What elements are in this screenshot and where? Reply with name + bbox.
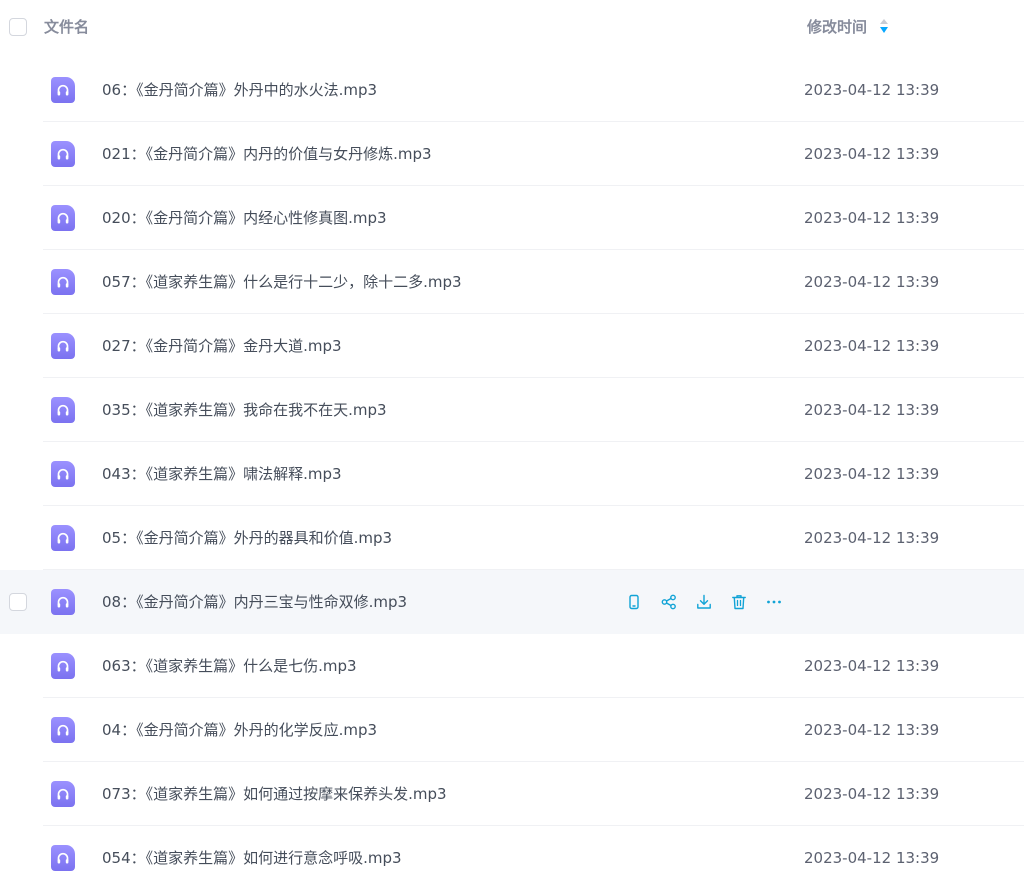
- phone-icon[interactable]: [623, 591, 645, 613]
- row-checkbox[interactable]: [9, 593, 27, 611]
- modified-time: 2023-04-12 13:39: [804, 465, 940, 483]
- file-name[interactable]: 054：《道家养生篇》如何进行意念呼吸.mp3: [102, 848, 402, 868]
- select-all-checkbox[interactable]: [9, 18, 27, 36]
- table-row[interactable]: 035：《道家养生篇》我命在我不在天.mp3 2023-04-12 13:39: [0, 378, 1024, 442]
- headphones-icon: [51, 589, 75, 615]
- modified-time: 2023-04-12 13:39: [804, 529, 940, 547]
- table-row[interactable]: 027：《金丹简介篇》金丹大道.mp3 2023-04-12 13:39: [0, 314, 1024, 378]
- headphones-icon: [51, 141, 75, 167]
- modified-time: 2023-04-12 13:39: [804, 721, 940, 739]
- headphones-icon: [51, 397, 75, 423]
- file-name[interactable]: 020：《金丹简介篇》内经心性修真图.mp3: [102, 208, 387, 228]
- column-header-modified-time[interactable]: 修改时间: [807, 17, 867, 37]
- file-name[interactable]: 073：《道家养生篇》如何通过按摩来保养头发.mp3: [102, 784, 447, 804]
- headphones-icon: [51, 653, 75, 679]
- headphones-icon: [51, 525, 75, 551]
- headphones-icon: [51, 269, 75, 295]
- file-name[interactable]: 043：《道家养生篇》啸法解释.mp3: [102, 464, 342, 484]
- file-name[interactable]: 057：《道家养生篇》什么是行十二少，除十二多.mp3: [102, 272, 462, 292]
- file-name[interactable]: 027：《金丹简介篇》金丹大道.mp3: [102, 336, 342, 356]
- table-header: 文件名 修改时间: [0, 0, 1024, 58]
- headphones-icon: [51, 717, 75, 743]
- modified-time: 2023-04-12 13:39: [804, 401, 940, 419]
- headphones-icon: [51, 77, 75, 103]
- table-row[interactable]: 04：《金丹简介篇》外丹的化学反应.mp3 2023-04-12 13:39: [0, 698, 1024, 762]
- headphones-icon: [51, 461, 75, 487]
- table-row[interactable]: 06：《金丹简介篇》外丹中的水火法.mp3 2023-04-12 13:39: [0, 58, 1024, 122]
- share-icon[interactable]: [658, 591, 680, 613]
- modified-time: 2023-04-12 13:39: [804, 785, 940, 803]
- modified-time: 2023-04-12 13:39: [804, 145, 940, 163]
- file-name[interactable]: 04：《金丹简介篇》外丹的化学反应.mp3: [102, 720, 377, 740]
- file-name[interactable]: 021：《金丹简介篇》内丹的价值与女丹修炼.mp3: [102, 144, 432, 164]
- table-row[interactable]: 020：《金丹简介篇》内经心性修真图.mp3 2023-04-12 13:39: [0, 186, 1024, 250]
- table-row[interactable]: 05：《金丹简介篇》外丹的器具和价值.mp3 2023-04-12 13:39: [0, 506, 1024, 570]
- modified-time: 2023-04-12 13:39: [804, 209, 940, 227]
- table-row[interactable]: 043：《道家养生篇》啸法解释.mp3 2023-04-12 13:39: [0, 442, 1024, 506]
- file-name[interactable]: 06：《金丹简介篇》外丹中的水火法.mp3: [102, 80, 377, 100]
- modified-time: 2023-04-12 13:39: [804, 337, 940, 355]
- file-name[interactable]: 063：《道家养生篇》什么是七伤.mp3: [102, 656, 357, 676]
- headphones-icon: [51, 205, 75, 231]
- table-row[interactable]: 057：《道家养生篇》什么是行十二少，除十二多.mp3 2023-04-12 13…: [0, 250, 1024, 314]
- file-name[interactable]: 035：《道家养生篇》我命在我不在天.mp3: [102, 400, 387, 420]
- table-row[interactable]: 073：《道家养生篇》如何通过按摩来保养头发.mp3 2023-04-12 13:…: [0, 762, 1024, 826]
- file-name[interactable]: 05：《金丹简介篇》外丹的器具和价值.mp3: [102, 528, 392, 548]
- headphones-icon: [51, 845, 75, 871]
- modified-time: 2023-04-12 13:39: [804, 849, 940, 867]
- column-header-filename[interactable]: 文件名: [44, 17, 89, 37]
- file-list-table: 文件名 修改时间 06：《金丹简介篇》外丹中的水火法.mp3 2023-04-12…: [0, 0, 1024, 879]
- delete-icon[interactable]: [728, 591, 750, 613]
- table-row[interactable]: 054：《道家养生篇》如何进行意念呼吸.mp3 2023-04-12 13:39: [0, 826, 1024, 879]
- file-rows: 06：《金丹简介篇》外丹中的水火法.mp3 2023-04-12 13:39 021…: [0, 58, 1024, 879]
- headphones-icon: [51, 781, 75, 807]
- table-row[interactable]: 08：《金丹简介篇》内丹三宝与性命双修.mp3: [0, 570, 1024, 634]
- file-name[interactable]: 08：《金丹简介篇》内丹三宝与性命双修.mp3: [102, 592, 407, 612]
- download-icon[interactable]: [693, 591, 715, 613]
- table-row[interactable]: 021：《金丹简介篇》内丹的价值与女丹修炼.mp3 2023-04-12 13:3…: [0, 122, 1024, 186]
- modified-time: 2023-04-12 13:39: [804, 657, 940, 675]
- headphones-icon: [51, 333, 75, 359]
- modified-time: 2023-04-12 13:39: [804, 81, 940, 99]
- table-row[interactable]: 063：《道家养生篇》什么是七伤.mp3 2023-04-12 13:39: [0, 634, 1024, 698]
- more-icon[interactable]: [763, 591, 785, 613]
- modified-time: 2023-04-12 13:39: [804, 273, 940, 291]
- sort-icon[interactable]: [879, 19, 889, 35]
